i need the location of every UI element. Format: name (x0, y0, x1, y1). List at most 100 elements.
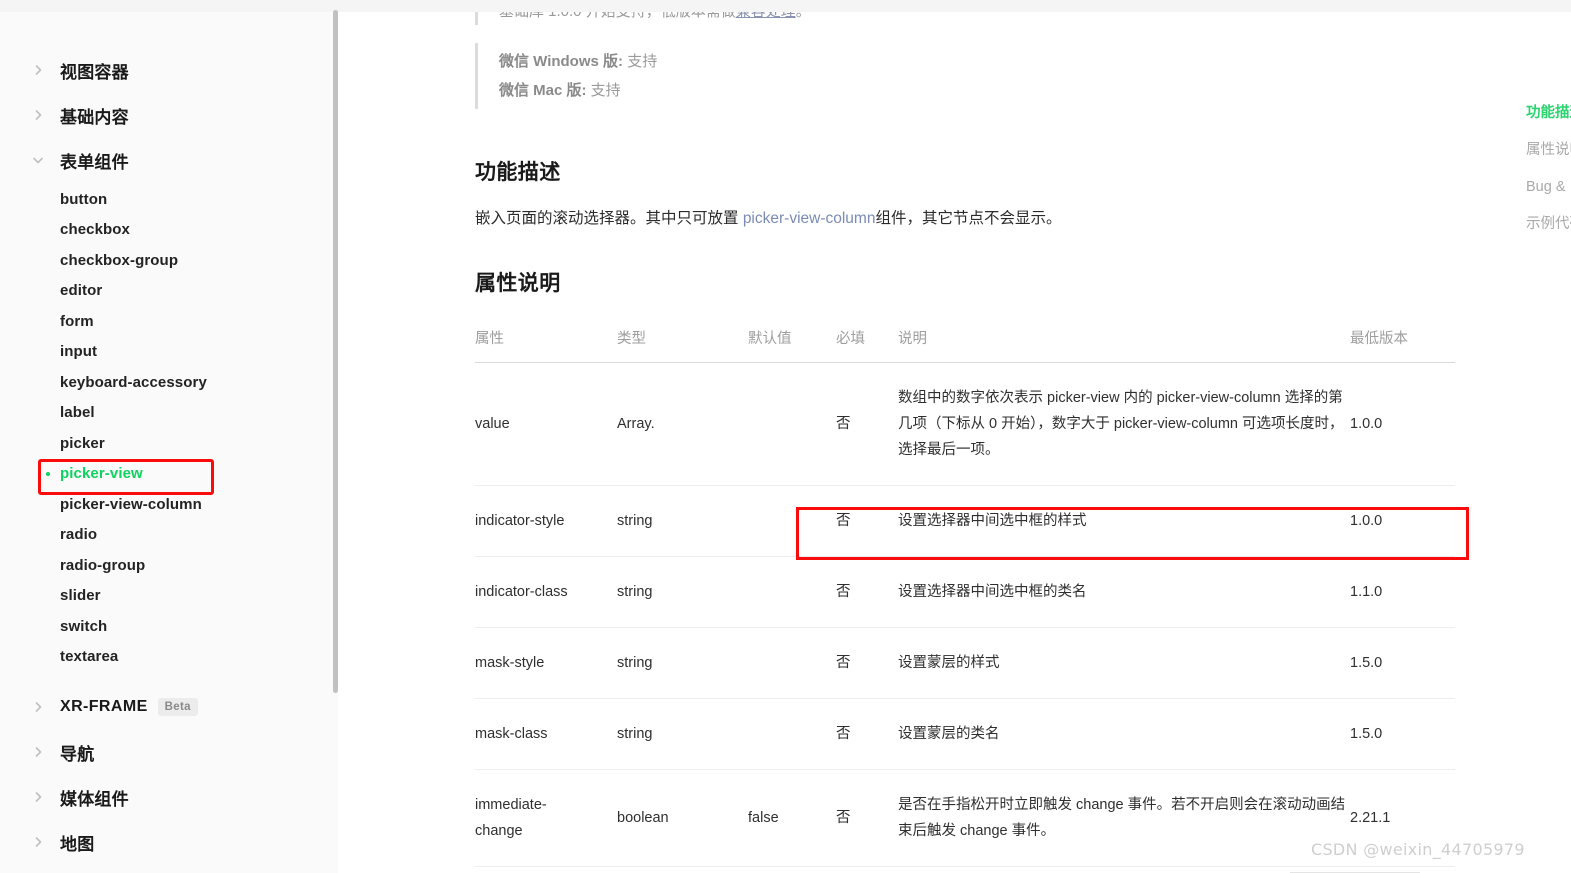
sidebar-item-button[interactable]: button (0, 184, 332, 215)
cell-required: 否 (836, 769, 898, 867)
cell-description: 数组中的数字依次表示 picker-view 内的 picker-view-co… (898, 362, 1350, 486)
cell-description: 设置蒙层的样式 (898, 627, 1350, 699)
table-row: immediate-change boolean false 否是否在手指松开时立即触… (475, 769, 1455, 867)
platform-name-mac: 微信 Mac 版: (499, 82, 587, 99)
sidebar-item-label: radio-group (60, 556, 146, 574)
cell-attribute: bindchange (475, 867, 617, 873)
cell-default (748, 867, 836, 873)
sidebar-item-label[interactable]: label (0, 398, 332, 429)
sidebar-item-label: form (60, 312, 94, 330)
sidebar-section-label: 媒体组件 (60, 789, 129, 809)
cell-type: string (617, 627, 748, 699)
sidebar-item-checkbox[interactable]: checkbox (0, 215, 332, 246)
active-dot-icon (46, 471, 50, 476)
sidebar-item-radio-group[interactable]: radio-group (0, 550, 332, 581)
attributes-heading: 属性说明 (475, 272, 561, 295)
main-content: 基础库 1.0.0 开始支持，低版本需做兼容处理。 微信 Windows 版: … (339, 12, 1571, 873)
sidebar-section-0[interactable]: 视图容器 (0, 48, 332, 92)
csdn-watermark: CSDN @weixin_44705979 (1311, 840, 1525, 859)
col-header-type: 类型 (617, 331, 646, 347)
sidebar-item-label: picker-view (60, 465, 143, 483)
platform-value-windows: 支持 (623, 53, 658, 70)
sidebar-item-label: textarea (60, 648, 119, 666)
col-header-desc: 说明 (898, 331, 927, 347)
sidebar-item-label: radio (60, 526, 98, 544)
sidebar-item-label: checkbox (60, 221, 130, 239)
sidebar-section-1[interactable]: 基础内容 (0, 93, 332, 137)
cell-default: false (748, 769, 836, 867)
base-library-note-suffix: 。 (796, 12, 811, 20)
cell-version: 1.5.0 (1350, 627, 1455, 699)
chevron-right-icon (30, 789, 46, 805)
sidebar-item-keyboard-accessory[interactable]: keyboard-accessory (0, 367, 332, 398)
sidebar-section-label: 视图容器 (60, 62, 129, 82)
sidebar-item-checkbox-group[interactable]: checkbox-group (0, 245, 332, 276)
sidebar-item-form[interactable]: form (0, 306, 332, 337)
sidebar-item-slider[interactable]: slider (0, 581, 332, 612)
cell-required: 否 (836, 362, 898, 486)
toc-item-1[interactable]: 属性说明 (1526, 132, 1571, 169)
cell-attribute: mask-class (475, 698, 617, 770)
chevron-down-icon (30, 152, 46, 168)
sidebar-section-tail-3[interactable]: 地图 (0, 820, 332, 864)
sidebar-item-label: keyboard-accessory (60, 373, 207, 391)
cell-version: 1.0.0 (1350, 485, 1455, 557)
sidebar-item-switch[interactable]: switch (0, 611, 332, 642)
sidebar-item-picker[interactable]: picker (0, 428, 332, 459)
cell-type: string (617, 698, 748, 770)
feature-heading: 功能描述 (475, 161, 561, 184)
toc-item-0[interactable]: 功能描述 (1526, 95, 1571, 132)
compatibility-link[interactable]: 兼容处理 (736, 12, 796, 20)
cell-version: 1.1.0 (1350, 556, 1455, 628)
platform-support-note: 微信 Windows 版: 支持 微信 Mac 版: 支持 (475, 43, 1455, 109)
feature-description: 嵌入页面的滚动选择器。其中只可放置 picker-view-column组件，其… (475, 205, 1455, 233)
sidebar-section-label: 基础内容 (60, 107, 129, 127)
cell-attribute: immediate-change (475, 769, 617, 867)
col-header-version: 最低版本 (1350, 331, 1408, 347)
cell-required: 否 (836, 867, 898, 873)
cell-default (748, 627, 836, 699)
chevron-right-icon (30, 699, 46, 715)
sidebar-section-label: 地图 (60, 834, 95, 854)
sidebar-section-tail-2[interactable]: 媒体组件 (0, 775, 332, 819)
sidebar-item-input[interactable]: input (0, 337, 332, 368)
col-header-attribute: 属性 (475, 331, 504, 347)
toc-item-2[interactable]: Bug & (1526, 169, 1571, 206)
cell-required: 否 (836, 627, 898, 699)
feature-desc-after: 组件，其它节点不会显示。 (875, 210, 1062, 227)
cell-required: 否 (836, 698, 898, 770)
cell-type: eventhandle (617, 867, 748, 873)
table-header-row: 属性 类型 默认值 必填 说明 最低版本 (475, 327, 1455, 363)
sidebar-item-radio[interactable]: radio (0, 520, 332, 551)
cell-type: string (617, 556, 748, 628)
cell-default (748, 362, 836, 486)
platform-value-mac: 支持 (586, 82, 621, 99)
feature-desc-before: 嵌入页面的滚动选择器。其中只可放置 (475, 210, 743, 227)
attributes-table: 属性 类型 默认值 必填 说明 最低版本 value Array. 否数组中的数字依… (475, 327, 1455, 873)
sidebar-section-2[interactable]: 表单组件 (0, 138, 332, 182)
table-row: mask-class string 否设置蒙层的类名 1.5.0 (475, 698, 1455, 770)
table-row: indicator-class string 否设置选择器中间选中框的类名 1.1.0 (475, 556, 1455, 628)
sidebar-item-picker-view-column[interactable]: picker-view-column (0, 489, 332, 520)
right-table-of-contents: 功能描述属性说明Bug &示例代码 (1526, 95, 1571, 243)
picker-view-column-link[interactable]: picker-view-column (743, 210, 876, 227)
sidebar-item-label: button (60, 190, 108, 208)
sidebar-item-picker-view[interactable]: picker-view (0, 459, 332, 490)
sidebar-section-tail-0[interactable]: XR-FRAME Beta (0, 685, 332, 729)
cell-type: Array. (617, 362, 748, 486)
cell-version: 1.0.0 (1350, 362, 1455, 486)
base-library-note-prefix: 基础库 1.0.0 开始支持，低版本需做 (499, 12, 736, 20)
platform-note-mac: 微信 Mac 版: 支持 (499, 76, 1455, 105)
sidebar-item-editor[interactable]: editor (0, 276, 332, 307)
sidebar-item-textarea[interactable]: textarea (0, 642, 332, 673)
cell-attribute: indicator-class (475, 556, 617, 628)
beta-badge: Beta (157, 698, 198, 716)
toc-item-3[interactable]: 示例代码 (1526, 206, 1571, 243)
cell-type: boolean (617, 769, 748, 867)
cell-default (748, 485, 836, 557)
sidebar-section-tail-1[interactable]: 导航 (0, 730, 332, 774)
sidebar-item-label: label (60, 404, 95, 422)
sidebar-item-label: slider (60, 587, 101, 605)
chevron-right-icon (30, 744, 46, 760)
table-row: mask-style string 否设置蒙层的样式 1.5.0 (475, 627, 1455, 699)
